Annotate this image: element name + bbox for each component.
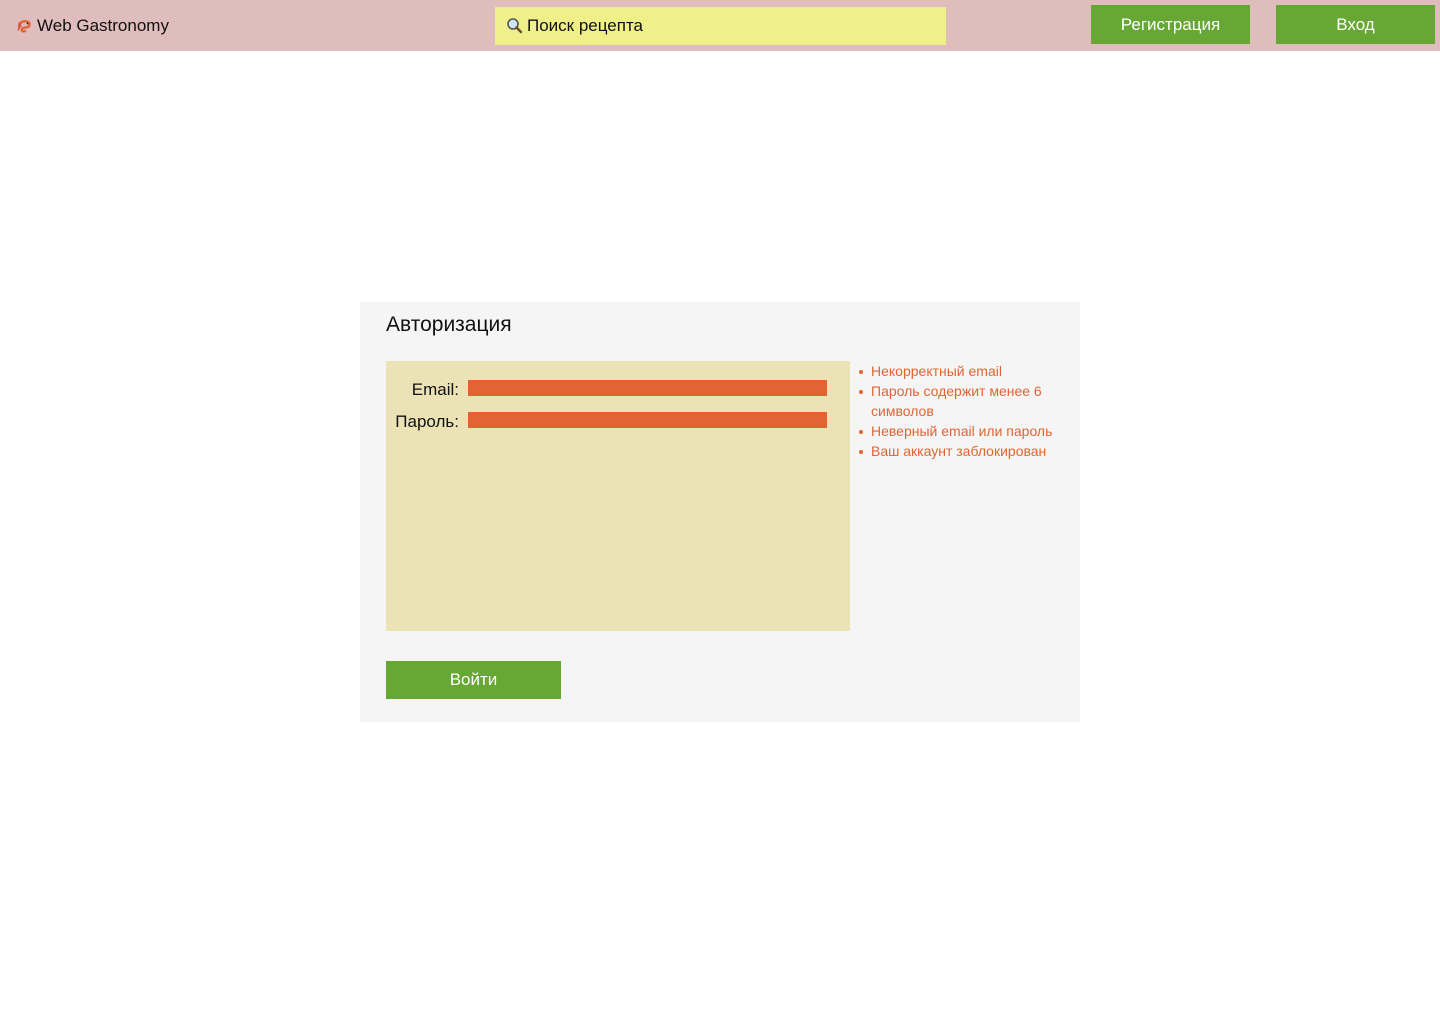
bullet-icon <box>859 450 863 454</box>
email-field[interactable] <box>468 380 827 396</box>
bullet-icon <box>859 430 863 434</box>
search-placeholder: Поиск рецепта <box>527 16 643 35</box>
error-list: Некорректный email Пароль содержит менее… <box>855 361 1070 461</box>
shrimp-icon <box>16 18 32 34</box>
magnifier-icon <box>505 16 525 36</box>
email-label: Email: <box>411 380 459 399</box>
login-form: Email: Пароль: <box>386 361 850 631</box>
top-header: Web Gastronomy Поиск рецепта Регистрация… <box>0 0 1440 51</box>
error-item: Некорректный email <box>855 361 1070 381</box>
error-item: Ваш аккаунт заблокирован <box>855 441 1070 461</box>
bullet-icon <box>859 370 863 374</box>
error-item: Пароль содержит менее 6 символов <box>855 381 1070 421</box>
register-button[interactable]: Регистрация <box>1091 5 1250 44</box>
error-item: Неверный email или пароль <box>855 421 1070 441</box>
brand-logo[interactable]: Web Gastronomy <box>16 15 169 37</box>
bullet-icon <box>859 390 863 394</box>
login-button[interactable]: Вход <box>1276 5 1435 44</box>
page-title: Авторизация <box>386 313 512 336</box>
search-input[interactable]: Поиск рецепта <box>495 7 946 45</box>
submit-login-button[interactable]: Войти <box>386 661 561 699</box>
brand-name: Web Gastronomy <box>37 16 169 35</box>
password-label: Пароль: <box>395 412 459 431</box>
auth-card: Авторизация Email: Пароль: Некорректный … <box>360 302 1080 722</box>
password-field[interactable] <box>468 412 827 428</box>
